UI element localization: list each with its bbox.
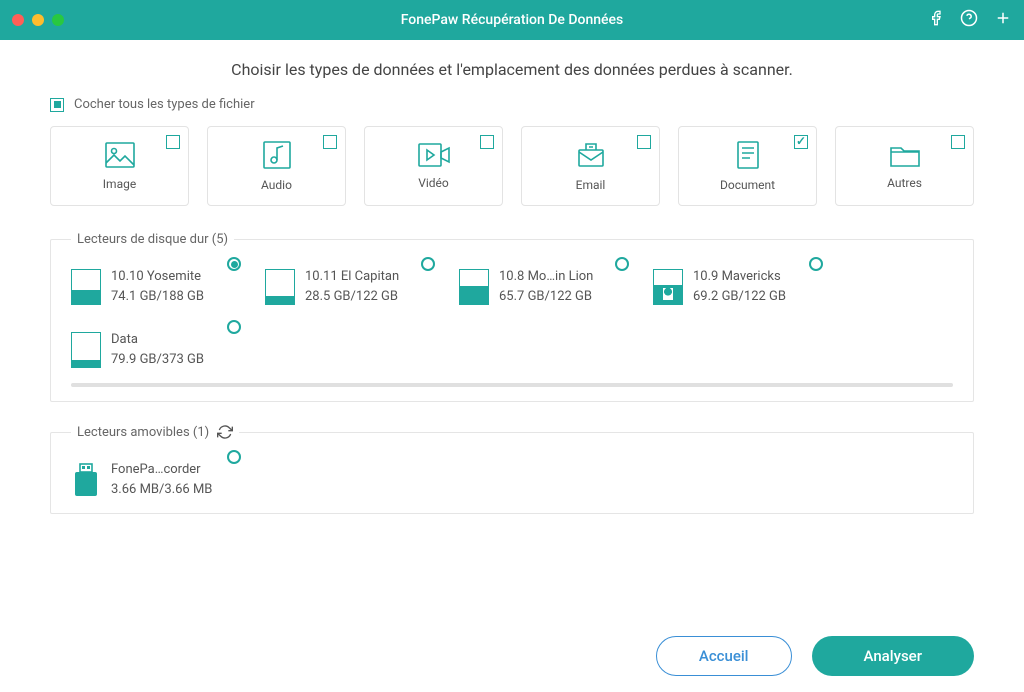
analyze-button[interactable]: Analyser <box>812 636 974 676</box>
checkbox-icon <box>323 135 337 149</box>
type-label: Image <box>103 177 136 191</box>
checkbox-icon <box>50 98 64 112</box>
checkbox-icon <box>951 135 965 149</box>
select-all-checkbox[interactable]: Cocher tous les types de fichier <box>50 97 974 112</box>
disk-icon <box>71 269 101 305</box>
audio-icon <box>262 140 292 170</box>
select-all-label: Cocher tous les types de fichier <box>74 97 255 112</box>
home-button[interactable]: Accueil <box>656 636 792 676</box>
type-card-audio[interactable]: Audio <box>207 126 346 206</box>
disk-icon <box>459 269 489 305</box>
removable-drives-section: Lecteurs amovibles (1) FonePa…corder3.66… <box>50 424 974 514</box>
radio-icon <box>227 320 241 334</box>
horizontal-scrollbar[interactable] <box>71 383 953 387</box>
section-legend: Lecteurs amovibles (1) <box>77 425 209 440</box>
drive-name: 10.10 Yosemite <box>111 267 204 287</box>
folder-icon <box>889 142 921 168</box>
titlebar: FonePaw Récupération De Données <box>0 0 1024 40</box>
window-zoom-button[interactable] <box>52 14 64 26</box>
type-label: Document <box>720 178 775 192</box>
window-title: FonePaw Récupération De Données <box>401 12 624 28</box>
drive-name: 10.9 Mavericks <box>693 267 786 287</box>
drive-size: 74.1 GB/188 GB <box>111 287 204 307</box>
drive-size: 3.66 MB/3.66 MB <box>111 480 212 500</box>
section-legend: Lecteurs de disque dur (5) <box>71 232 234 247</box>
type-card-image[interactable]: Image <box>50 126 189 206</box>
drive-item[interactable]: Data79.9 GB/373 GB <box>71 330 241 369</box>
drive-item[interactable]: FonePa…corder3.66 MB/3.66 MB <box>71 460 241 499</box>
drive-name: 10.11 El Capitan <box>305 267 399 287</box>
email-icon <box>576 140 606 170</box>
drive-size: 65.7 GB/122 GB <box>499 287 593 307</box>
window-minimize-button[interactable] <box>32 14 44 26</box>
disk-icon <box>653 269 683 305</box>
radio-icon <box>809 257 823 271</box>
disk-icon <box>71 332 101 368</box>
radio-icon <box>227 257 241 271</box>
drive-item[interactable]: 10.10 Yosemite74.1 GB/188 GB <box>71 267 241 306</box>
add-icon[interactable] <box>994 9 1012 31</box>
type-label: Vidéo <box>418 176 449 190</box>
radio-icon <box>615 257 629 271</box>
checkbox-icon <box>480 135 494 149</box>
type-card-document[interactable]: Document <box>678 126 817 206</box>
type-label: Email <box>576 178 606 192</box>
type-label: Audio <box>261 178 292 192</box>
disk-icon <box>265 269 295 305</box>
page-heading: Choisir les types de données et l'emplac… <box>50 60 974 79</box>
type-card-other[interactable]: Autres <box>835 126 974 206</box>
drive-item[interactable]: 10.11 El Capitan28.5 GB/122 GB <box>265 267 435 306</box>
radio-icon <box>421 257 435 271</box>
radio-icon <box>227 450 241 464</box>
drive-size: 79.9 GB/373 GB <box>111 350 204 370</box>
refresh-icon[interactable] <box>217 424 233 440</box>
drive-name: 10.8 Mo…in Lion <box>499 267 593 287</box>
drive-size: 28.5 GB/122 GB <box>305 287 399 307</box>
window-close-button[interactable] <box>12 14 24 26</box>
image-icon <box>104 141 136 169</box>
drive-item[interactable]: 10.8 Mo…in Lion65.7 GB/122 GB <box>459 267 629 306</box>
checkbox-icon <box>637 135 651 149</box>
drive-size: 69.2 GB/122 GB <box>693 287 786 307</box>
type-card-email[interactable]: Email <box>521 126 660 206</box>
drive-item[interactable]: 10.9 Mavericks69.2 GB/122 GB <box>653 267 823 306</box>
drive-name: Data <box>111 330 204 350</box>
document-icon <box>735 140 761 170</box>
type-label: Autres <box>887 176 922 190</box>
facebook-icon[interactable] <box>928 10 944 30</box>
video-icon <box>417 142 451 168</box>
usb-icon <box>71 462 101 498</box>
checkbox-checked-icon <box>794 135 808 149</box>
drive-name: FonePa…corder <box>111 460 212 480</box>
hard-drives-section: Lecteurs de disque dur (5) 10.10 Yosemit… <box>50 232 974 402</box>
help-icon[interactable] <box>960 9 978 31</box>
checkbox-icon <box>166 135 180 149</box>
type-card-video[interactable]: Vidéo <box>364 126 503 206</box>
